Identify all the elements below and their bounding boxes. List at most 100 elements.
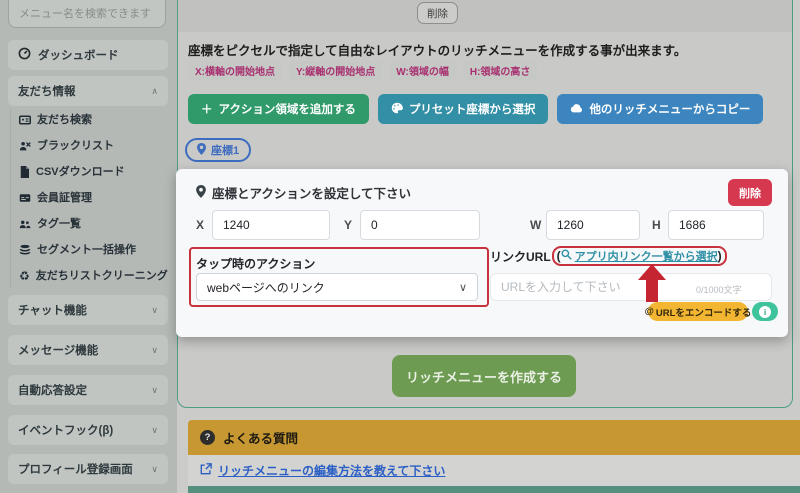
coordinate-card: 座標とアクションを設定して下さい 削除 X Y W H タップ時のアクション w… — [176, 169, 788, 337]
people-icon — [19, 218, 31, 235]
question-icon: ? — [200, 430, 215, 445]
sidebar-item-label: タグ一覧 — [37, 217, 81, 232]
legend-h: H:領域の高さ — [463, 61, 538, 80]
sidebar-item-csv-download[interactable]: CSVダウンロード — [11, 161, 168, 187]
page: ダッシュボード 友だち情報 ∧ 友だち検索 ブラックリスト — [0, 0, 800, 493]
search-input[interactable] — [8, 0, 166, 28]
w-field-label: W — [530, 210, 541, 240]
faq-header: ? よくある質問 — [188, 420, 800, 455]
sidebar-item-auto-response[interactable]: 自動応答設定 ∨ — [8, 375, 168, 405]
selected-action: webページへのリンク — [207, 279, 325, 296]
member-card-icon — [19, 192, 31, 209]
y-field-label: Y — [344, 210, 352, 240]
add-action-area-button[interactable]: ＋ アクション領域を追加する — [188, 94, 369, 124]
search-icon — [561, 249, 572, 263]
card-title-row: 座標とアクションを設定して下さい — [196, 183, 411, 202]
sidebar: ダッシュボード 友だち情報 ∧ 友だち検索 ブラックリスト — [0, 0, 177, 493]
link-url-label: リンクURL — [490, 248, 551, 265]
chevron-down-icon: ∨ — [151, 425, 158, 436]
x-field-label: X — [196, 210, 204, 240]
sidebar-item-tag-list[interactable]: タグ一覧 — [11, 213, 168, 239]
sidebar-item-label: 友だち検索 — [37, 113, 92, 128]
sidebar-item-friend-list-cleaning[interactable]: ♻ 友だちリストクリーニング — [11, 265, 168, 288]
sidebar-item-chat[interactable]: チャット機能 ∨ — [8, 295, 168, 325]
preset-coordinates-button[interactable]: プリセット座標から選択 — [378, 94, 549, 124]
app-link-text: アプリ内リンク一覧から選択 — [575, 248, 718, 264]
sidebar-item-blacklist[interactable]: ブラックリスト — [11, 135, 168, 161]
file-icon — [19, 166, 30, 183]
sidebar-item-label: 自動応答設定 — [18, 382, 87, 398]
card-title: 座標とアクションを設定して下さい — [212, 183, 411, 202]
id-card-icon — [19, 114, 31, 131]
sidebar-item-label: CSVダウンロード — [36, 165, 125, 180]
recycle-icon: ♻ — [19, 270, 30, 283]
create-rich-menu-button[interactable]: リッチメニューを作成する — [392, 355, 576, 397]
sidebar-item-event-hook[interactable]: イベントフック(β) ∨ — [8, 415, 168, 445]
sidebar-item-label: セグメント一括操作 — [37, 243, 136, 258]
h-field-label: H — [652, 210, 661, 240]
link-at-icon: @ — [645, 306, 654, 317]
coordinate-description: 座標をピクセルで指定して自由なレイアウトのリッチメニューを作成する事が出来ます。 — [188, 40, 686, 59]
faq-title: よくある質問 — [223, 428, 298, 447]
tap-action-label: タップ時のアクション — [196, 255, 315, 272]
blocked-user-icon — [19, 140, 31, 157]
palette-icon — [391, 102, 403, 117]
next-section-edge — [188, 486, 800, 493]
sidebar-item-label: イベントフック(β) — [18, 422, 113, 438]
url-char-counter: 0/1000文字 — [696, 283, 742, 296]
tab-coordinate-1[interactable]: 座標1 — [185, 138, 251, 162]
button-label: アクション領域を追加する — [219, 101, 356, 117]
chevron-down-icon: ∨ — [151, 464, 158, 475]
link-url-row: リンクURL ( アプリ内リンク一覧から選択 ) — [490, 246, 728, 266]
sidebar-item-label: 会員証管理 — [37, 191, 92, 206]
sidebar-item-label: ダッシュボード — [38, 47, 119, 63]
sidebar-item-label: ブラックリスト — [37, 139, 114, 154]
legend-w: W:領域の幅 — [389, 61, 456, 80]
dashboard-icon — [18, 47, 31, 63]
sidebar-item-dashboard[interactable]: ダッシュボード — [8, 40, 168, 70]
faq-edit-link[interactable]: リッチメニューの編集方法を教えて下さい — [218, 462, 445, 479]
button-label: 他のリッチメニューからコピー — [589, 101, 750, 117]
faq-link-row: リッチメニューの編集方法を教えて下さい — [188, 455, 800, 486]
url-encode-button[interactable]: @ URLをエンコードする — [648, 302, 748, 321]
chevron-up-icon: ∧ — [151, 86, 158, 97]
plus-icon: ＋ — [201, 101, 213, 117]
sidebar-subnav: 友だち検索 ブラックリスト CSVダウンロード 会員証管理 — [10, 109, 168, 288]
legend-y: Y:縦軸の開始地点 — [289, 61, 382, 80]
sidebar-item-profile-registration[interactable]: プロフィール登録画面 ∨ — [8, 454, 168, 484]
sidebar-item-label: メッセージ機能 — [18, 342, 98, 358]
panel-top-strip — [178, 0, 792, 32]
chevron-down-icon: ∨ — [151, 385, 158, 396]
legend-x: X:横軸の開始地点 — [188, 61, 282, 80]
tap-action-select[interactable]: webページへのリンク ∨ — [196, 273, 478, 301]
pin-icon — [196, 185, 206, 201]
sidebar-item-friend-info[interactable]: 友だち情報 ∧ — [8, 76, 168, 106]
y-field[interactable] — [360, 210, 480, 240]
encode-info-button[interactable]: i — [752, 302, 778, 321]
tab-label: 座標1 — [211, 142, 239, 158]
delete-coordinate-button[interactable]: 削除 — [728, 179, 772, 206]
chevron-down-icon: ∨ — [151, 305, 158, 316]
sidebar-item-label: 友だちリストクリーニング — [36, 269, 168, 284]
sidebar-item-label: 友だち情報 — [18, 83, 76, 99]
chevron-down-icon: ∨ — [151, 345, 158, 356]
delete-image-button[interactable]: 削除 — [417, 2, 458, 24]
sidebar-item-label: プロフィール登録画面 — [18, 461, 133, 477]
sidebar-item-segment-batch[interactable]: セグメント一括操作 — [11, 239, 168, 265]
external-link-icon — [200, 462, 212, 480]
app-link-list-link[interactable]: アプリ内リンク一覧から選択 — [561, 248, 718, 264]
button-label: プリセット座標から選択 — [409, 101, 536, 117]
x-field[interactable] — [212, 210, 330, 240]
annotation-box-applink: ( アプリ内リンク一覧から選択 ) — [552, 246, 727, 266]
button-label: URLをエンコードする — [656, 305, 752, 319]
w-field[interactable] — [546, 210, 640, 240]
sidebar-item-friend-search[interactable]: 友だち検索 — [11, 109, 168, 135]
sidebar-item-member-card[interactable]: 会員証管理 — [11, 187, 168, 213]
sidebar-item-message[interactable]: メッセージ機能 ∨ — [8, 335, 168, 365]
segments-icon — [19, 244, 31, 261]
sidebar-item-label: チャット機能 — [18, 302, 87, 318]
paren-close: ) — [718, 249, 722, 263]
copy-from-other-menu-button[interactable]: 他のリッチメニューからコピー — [557, 94, 763, 124]
h-field[interactable] — [668, 210, 764, 240]
action-button-row: ＋ アクション領域を追加する プリセット座標から選択 他のリッチメニューからコピ… — [188, 94, 763, 124]
